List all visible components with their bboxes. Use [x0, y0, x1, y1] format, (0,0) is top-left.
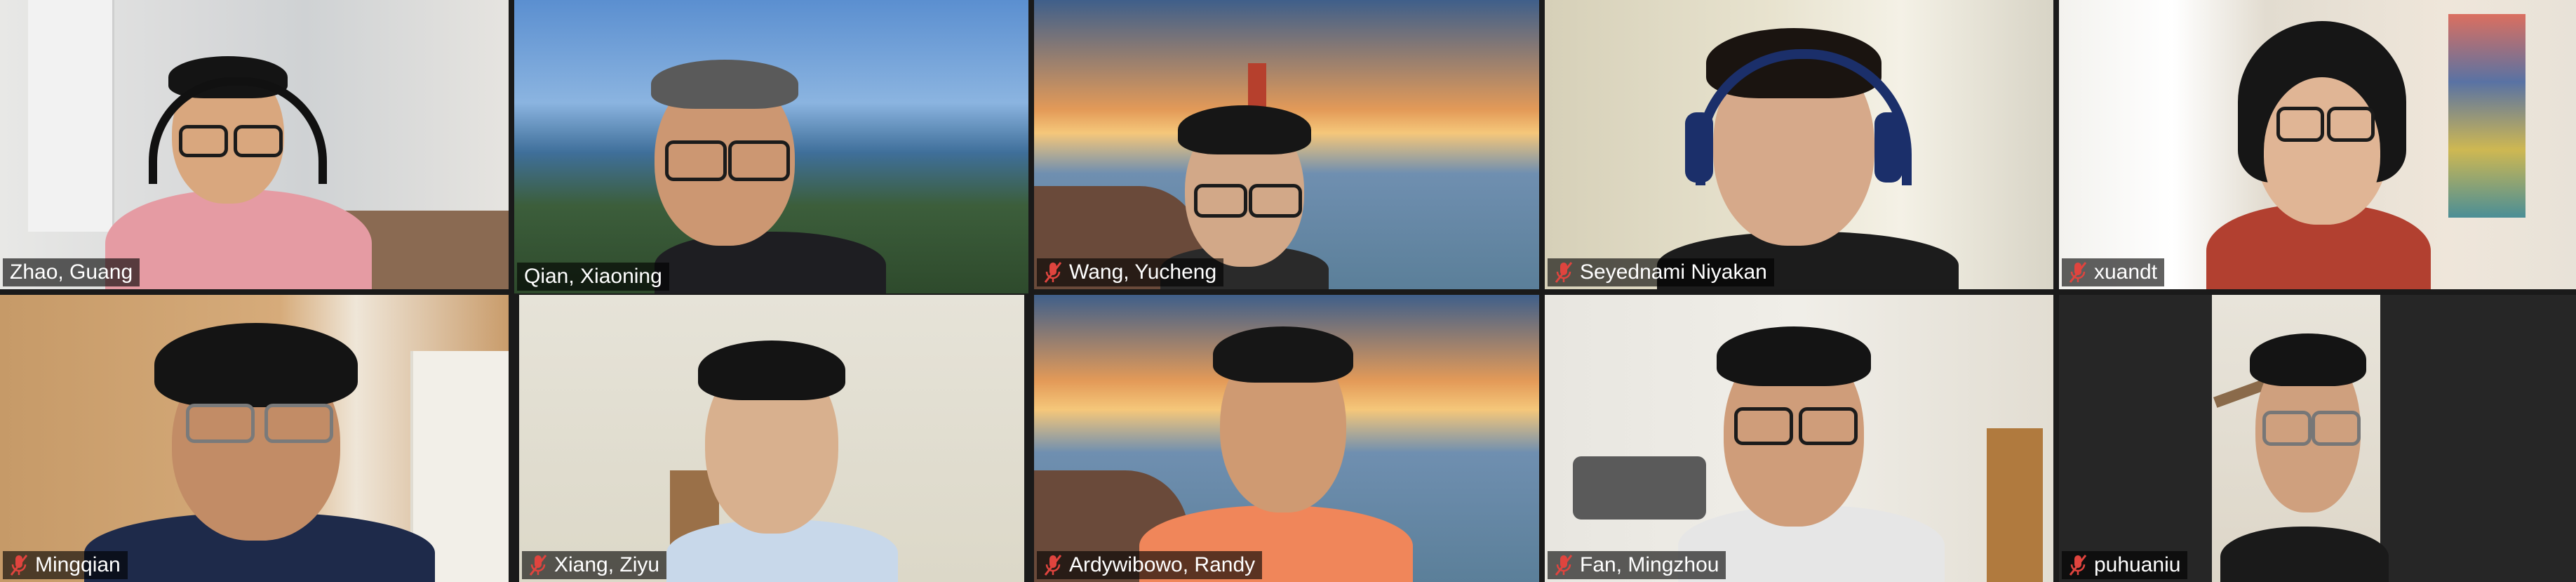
participant-name: Xiang, Ziyu — [554, 553, 660, 576]
video-tile-xuandt[interactable]: xuandt — [2059, 0, 2576, 289]
participant-name-tag: Ardywibowo, Randy — [1037, 551, 1263, 579]
participant-name: Ardywibowo, Randy — [1069, 553, 1256, 576]
microphone-muted-icon — [2069, 555, 2087, 576]
participant-name-tag: Mingqian — [3, 551, 128, 579]
robot-shape — [1573, 456, 1706, 520]
video-gallery-grid: Zhao, Guang Qian, Xiaoning Wang, Yucheng… — [0, 0, 2576, 582]
video-tile-fan-mingzhou[interactable]: Fan, Mingzhou — [1545, 295, 2053, 582]
participant-name: Seyednami Niyakan — [1580, 260, 1767, 284]
video-tile-xiang-ziyu[interactable]: Xiang, Ziyu — [519, 295, 1024, 582]
microphone-muted-icon — [1044, 262, 1062, 283]
microphone-muted-icon — [1555, 262, 1573, 283]
video-tile-qian-xiaoning[interactable]: Qian, Xiaoning — [514, 0, 1028, 293]
microphone-muted-icon — [529, 555, 547, 576]
participant-name: Fan, Mingzhou — [1580, 553, 1719, 576]
participant-name-tag: Wang, Yucheng — [1037, 258, 1224, 286]
participant-name: Mingqian — [35, 553, 121, 576]
participant-name-tag: Zhao, Guang — [3, 258, 140, 286]
participant-name: Wang, Yucheng — [1069, 260, 1217, 284]
video-tile-mingqian[interactable]: Mingqian — [0, 295, 509, 582]
video-tile-puhuaniu[interactable]: puhuaniu — [2059, 295, 2576, 582]
participant-name: Zhao, Guang — [10, 260, 133, 284]
participant-name-tag: xuandt — [2062, 258, 2165, 286]
participant-name-tag: Fan, Mingzhou — [1548, 551, 1726, 579]
microphone-muted-icon — [1044, 555, 1062, 576]
microphone-muted-icon — [10, 555, 28, 576]
door-shape — [1987, 428, 2043, 582]
participant-name: puhuaniu — [2094, 553, 2181, 576]
door-shape — [28, 0, 114, 232]
wall-poster-shape — [2448, 14, 2525, 218]
participant-name: xuandt — [2094, 260, 2158, 284]
participant-name: Qian, Xiaoning — [524, 265, 662, 288]
video-tile-wang-yucheng[interactable]: Wang, Yucheng — [1034, 0, 1539, 289]
video-tile-zhao-guang[interactable]: Zhao, Guang — [0, 0, 509, 289]
video-tile-ardywibowo-randy[interactable]: Ardywibowo, Randy — [1034, 295, 1539, 582]
participant-name-tag: Xiang, Ziyu — [522, 551, 667, 579]
participant-name-tag: Qian, Xiaoning — [517, 263, 669, 291]
video-tile-seyednami-niyakan[interactable]: Seyednami Niyakan — [1545, 0, 2053, 289]
participant-name-tag: puhuaniu — [2062, 551, 2188, 579]
microphone-muted-icon — [1555, 555, 1573, 576]
participant-name-tag: Seyednami Niyakan — [1548, 258, 1774, 286]
microphone-muted-icon — [2069, 262, 2087, 283]
